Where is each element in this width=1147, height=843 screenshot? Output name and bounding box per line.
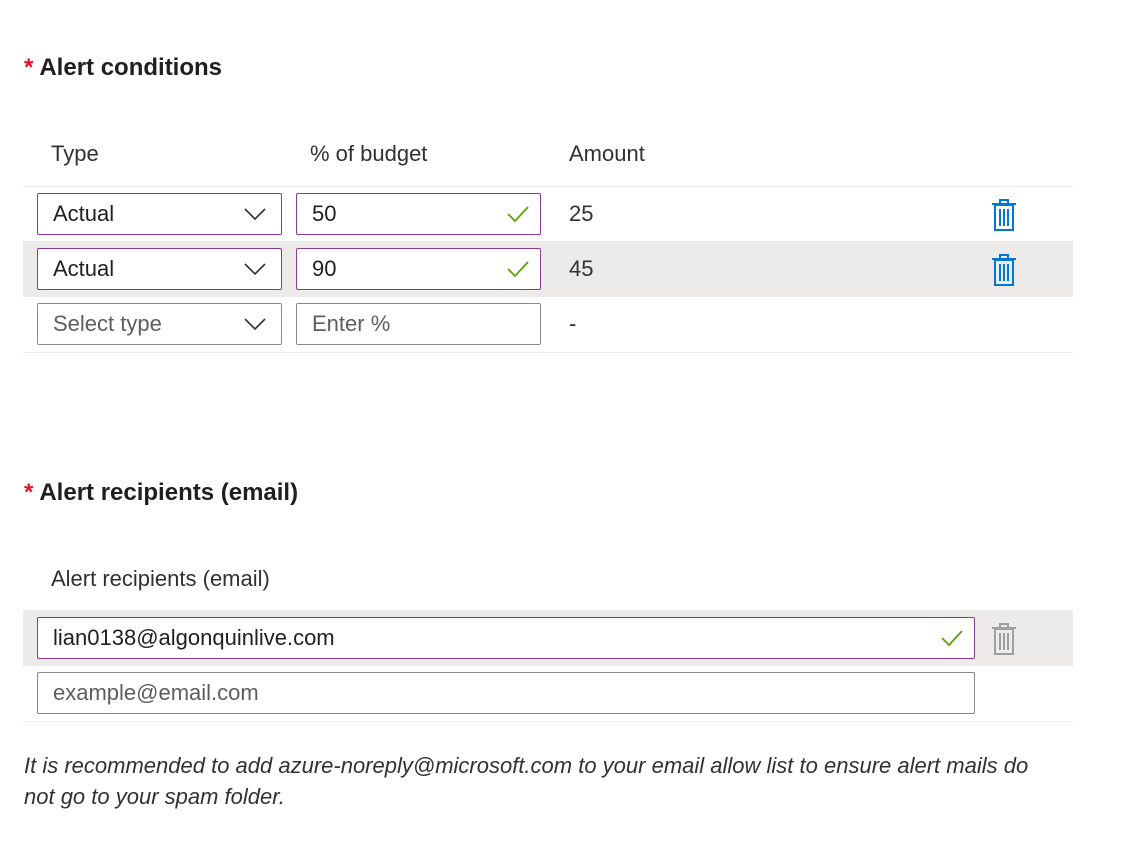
email-input-value: lian0138@algonquinlive.com <box>53 625 335 650</box>
delete-row-button[interactable] <box>989 254 1019 286</box>
condition-row: Actual 90 45 <box>23 241 1073 297</box>
delete-recipient-button[interactable] <box>989 623 1019 655</box>
trash-icon <box>992 623 1016 655</box>
email-input[interactable]: lian0138@algonquinlive.com <box>37 617 975 659</box>
alert-conditions-title: Alert conditions <box>39 54 223 81</box>
amount-value: 25 <box>569 201 594 226</box>
column-header-type: Type <box>51 141 99 166</box>
percent-input-placeholder: Enter % <box>312 311 391 336</box>
percent-input[interactable]: 50 <box>296 193 541 235</box>
required-marker: * <box>24 479 34 506</box>
recipients-column-header: Alert recipients (email) <box>51 566 270 591</box>
column-header-percent: % of budget <box>310 141 428 166</box>
check-icon <box>507 261 529 278</box>
recipient-row: lian0138@algonquinlive.com <box>23 610 1073 666</box>
check-icon <box>941 630 963 647</box>
type-dropdown-placeholder: Select type <box>53 311 162 336</box>
condition-row: Actual 50 25 <box>23 186 1073 242</box>
percent-input[interactable]: 90 <box>296 248 541 290</box>
email-input[interactable]: example@email.com <box>37 672 975 714</box>
type-dropdown-value: Actual <box>53 256 115 281</box>
type-dropdown[interactable]: Actual <box>37 193 282 235</box>
trash-icon <box>992 254 1016 286</box>
amount-value: - <box>569 311 577 336</box>
recipient-row-new: example@email.com <box>23 665 1073 722</box>
alert-conditions-heading: * Alert conditions <box>24 54 222 82</box>
delete-row-button[interactable] <box>989 199 1019 231</box>
column-header-amount: Amount <box>569 141 645 166</box>
email-input-placeholder: example@email.com <box>53 680 259 705</box>
trash-icon <box>992 199 1016 231</box>
alert-recipients-title: Alert recipients (email) <box>39 479 299 506</box>
type-dropdown-value: Actual <box>53 201 115 226</box>
check-icon <box>507 206 529 223</box>
percent-input-value: 90 <box>312 256 337 281</box>
type-dropdown[interactable]: Select type <box>37 303 282 345</box>
type-dropdown[interactable]: Actual <box>37 248 282 290</box>
allow-list-note: It is recommended to add azure-noreply@m… <box>24 753 1029 809</box>
chevron-down-icon <box>244 263 266 276</box>
required-marker: * <box>24 54 34 81</box>
percent-input-value: 50 <box>312 201 337 226</box>
chevron-down-icon <box>244 318 266 331</box>
percent-input[interactable]: Enter % <box>296 303 541 345</box>
amount-value: 45 <box>569 256 594 281</box>
chevron-down-icon <box>244 208 266 221</box>
condition-row-new: Select type Enter % - <box>23 296 1073 353</box>
alert-recipients-heading: * Alert recipients (email) <box>24 479 298 507</box>
